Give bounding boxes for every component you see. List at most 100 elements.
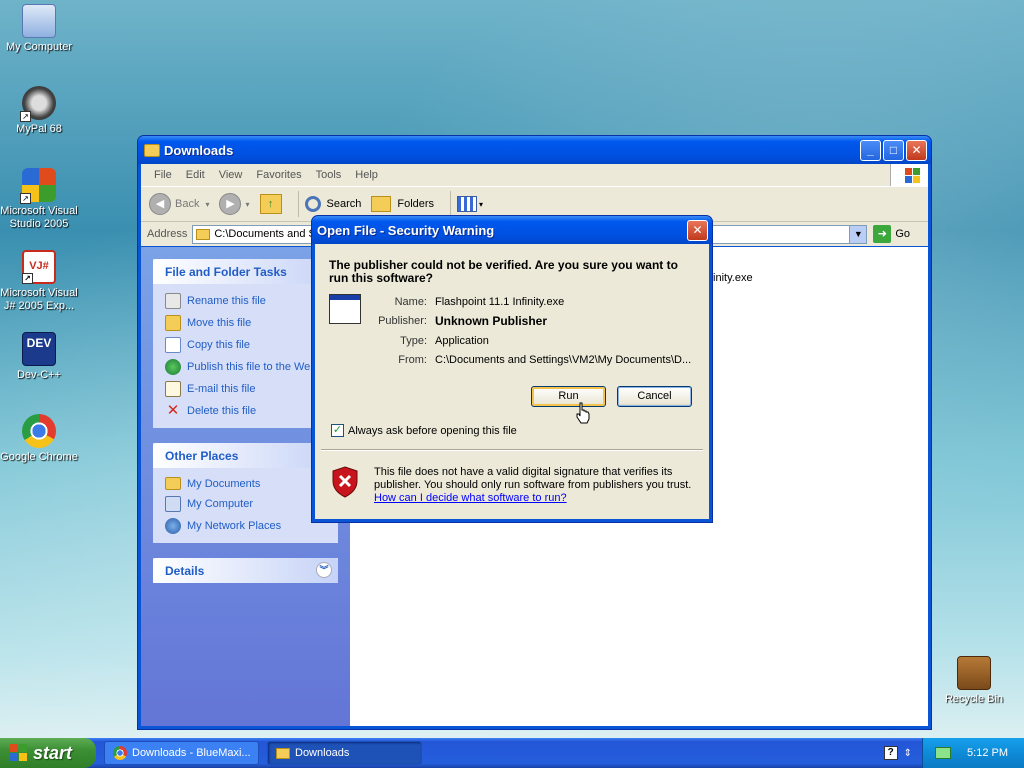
run-button[interactable]: Run (531, 386, 606, 407)
folder-icon (276, 747, 290, 759)
help-icon[interactable]: ? (883, 746, 898, 760)
place-label: My Documents (187, 477, 261, 490)
devcpp-icon-text: DEV (26, 336, 52, 350)
chrome-icon (22, 414, 56, 448)
dialog-title: Open File - Security Warning (317, 222, 495, 238)
views-icon (457, 196, 478, 212)
go-label: Go (895, 228, 910, 240)
delete-icon: ✕ (166, 402, 180, 419)
window-title: Downloads (164, 142, 234, 158)
task-label: Move this file (187, 317, 252, 329)
desktop-icon-my-computer[interactable]: My Computer (0, 4, 78, 54)
vjsharp-icon: VJ# ↗ (22, 250, 56, 284)
desktop-icon-label: Microsoft Visual J# 2005 Exp... (0, 287, 78, 312)
panel-title: Other Places (165, 449, 239, 463)
up-folder-button[interactable]: ↑ (259, 194, 282, 214)
copy-icon (165, 337, 181, 353)
start-button[interactable]: start (0, 738, 96, 768)
clock[interactable]: 5:12 PM (967, 747, 1008, 759)
windows-flag-icon (10, 744, 28, 762)
network-icon (165, 518, 181, 534)
go-button[interactable]: ➜ Go (867, 225, 928, 243)
chrome-icon (113, 746, 127, 760)
back-label: Back (175, 198, 200, 210)
network-icon[interactable] (935, 747, 952, 759)
taskbar-item-downloads[interactable]: Downloads (267, 741, 422, 765)
task-label: Downloads - BlueMaxi... (132, 747, 251, 759)
address-dropdown-icon[interactable]: ▼ (849, 225, 867, 243)
always-ask-checkbox[interactable]: ✓ (331, 424, 344, 437)
info-row-publisher: Publisher: Unknown Publisher (365, 312, 691, 332)
close-button[interactable]: ✕ (906, 139, 927, 161)
dialog-close-button[interactable]: ✕ (687, 219, 708, 241)
explorer-titlebar[interactable]: Downloads _ □ ✕ (138, 136, 931, 164)
task-label: Delete this file (187, 405, 257, 417)
taskbar-item-chrome[interactable]: Downloads - BlueMaxi... (104, 741, 259, 765)
email-icon (165, 381, 181, 397)
chevron-up-icon[interactable]: ⇕ (904, 748, 912, 759)
security-warning-dialog: Open File - Security Warning ✕ The publi… (311, 215, 713, 523)
desktop-icon-devcpp[interactable]: DEV Dev-C++ (0, 332, 78, 382)
menu-bar: File Edit View Favorites Tools Help (141, 164, 928, 186)
details-header[interactable]: Details ︾ (153, 558, 338, 583)
desktop-icon-visual-studio[interactable]: ↗ Microsoft Visual Studio 2005 (0, 168, 78, 231)
help-link[interactable]: How can I decide what software to run? (374, 492, 704, 505)
maximize-button[interactable]: □ (883, 139, 904, 161)
globe-icon (165, 359, 181, 375)
info-value: Application (435, 334, 489, 347)
menu-help[interactable]: Help (348, 169, 385, 181)
always-ask-checkbox-row[interactable]: ✓ Always ask before opening this file (331, 424, 517, 437)
system-tray: 5:12 PM (922, 738, 1024, 768)
desktop-icon-label: My Computer (5, 41, 73, 53)
info-value: Flashpoint 11.1 Infinity.exe (435, 295, 565, 308)
place-label: My Computer (187, 498, 254, 510)
forward-button[interactable]: ▶ ▾ (219, 193, 250, 215)
file-item-label[interactable]: finity.exe (710, 272, 753, 284)
panel-title: Details (165, 564, 205, 578)
search-label: Search (326, 198, 362, 210)
folder-icon (196, 228, 211, 240)
info-row-from: From: C:\Documents and Settings\VM2\My Do… (365, 351, 691, 371)
hand-cursor-icon (576, 402, 590, 424)
toolbar-separator (450, 191, 452, 217)
info-row-type: Type: Application (365, 331, 691, 351)
up-folder-icon: ↑ (259, 194, 282, 214)
desktop-icon-chrome[interactable]: Google Chrome (0, 414, 78, 464)
security-shield-icon (332, 466, 358, 498)
menu-view[interactable]: View (212, 169, 250, 181)
menu-edit[interactable]: Edit (179, 169, 212, 181)
task-label: Downloads (295, 747, 350, 759)
back-arrow-icon: ◀ (149, 193, 171, 215)
minimize-button[interactable]: _ (860, 139, 881, 161)
file-info-table: Name: Flashpoint 11.1 Infinity.exe Publis… (365, 292, 691, 370)
menu-favorites[interactable]: Favorites (249, 169, 308, 181)
dialog-body: The publisher could not be verified. Are… (315, 244, 709, 519)
start-label: start (33, 742, 73, 763)
desktop-icon-visual-jsharp[interactable]: VJ# ↗ Microsoft Visual J# 2005 Exp... (0, 250, 78, 313)
info-key: Type: (400, 334, 427, 347)
computer-icon (22, 4, 56, 38)
info-value: C:\Documents and Settings\VM2\My Documen… (435, 354, 692, 367)
warning-message: This file does not have a valid digital … (374, 466, 704, 505)
folders-label: Folders (397, 198, 435, 210)
cancel-button[interactable]: Cancel (617, 386, 692, 407)
shortcut-arrow-icon: ↗ (20, 193, 31, 204)
desktop-icon-mypal[interactable]: ↗ MyPal 68 (0, 86, 78, 136)
views-button[interactable]: ▾ (457, 196, 483, 212)
shortcut-arrow-icon: ↗ (22, 273, 33, 284)
desktop-icon-recycle-bin[interactable]: Recycle Bin (935, 656, 1013, 706)
folder-icon (144, 143, 160, 157)
search-button[interactable]: Search (304, 196, 362, 212)
computer-icon (165, 496, 181, 512)
folder-icon (165, 477, 181, 490)
chevron-down-icon[interactable]: ︾ (316, 562, 332, 578)
menu-file[interactable]: File (147, 169, 179, 181)
dialog-titlebar[interactable]: Open File - Security Warning ✕ (312, 216, 712, 244)
panel-title: File and Folder Tasks (165, 265, 287, 279)
folders-button[interactable]: Folders (371, 196, 434, 212)
always-ask-label[interactable]: Always ask before opening this file (348, 425, 517, 437)
menu-tools[interactable]: Tools (309, 169, 349, 181)
back-button[interactable]: ◀ Back ▾ (149, 193, 209, 215)
desktop-icon-label: MyPal 68 (16, 123, 62, 135)
desktop-icon-label: Recycle Bin (944, 693, 1004, 705)
